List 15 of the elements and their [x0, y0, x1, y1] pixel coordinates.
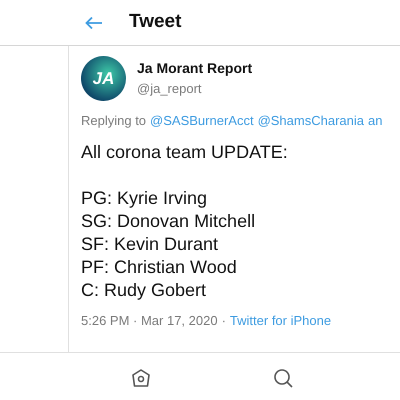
replying-label: Replying to	[81, 112, 146, 130]
search-icon	[272, 367, 294, 389]
page-title: Tweet	[129, 10, 182, 34]
mention-link[interactable]: an	[368, 111, 382, 130]
separator: ·	[222, 312, 226, 330]
mention-link[interactable]: @SASBurnerAcct	[150, 111, 254, 130]
home-icon	[130, 367, 152, 389]
source-link[interactable]: Twitter for iPhone	[230, 310, 332, 330]
timestamp: 5:26 PM · Mar 17, 2020	[81, 312, 218, 330]
handle: @ja_report	[137, 80, 203, 98]
avatar[interactable]: JA	[81, 56, 126, 101]
back-arrow-icon	[85, 16, 103, 30]
mention-link[interactable]: @ShamsCharania	[258, 111, 364, 130]
display-name: Ja Morant Report	[137, 59, 252, 78]
tweet-text: All corona team UPDATE: PG: Kyrie Irving SG: Donovan Mitchell SF: Kevin Durant PF: Christian Wood C: Rudy Gobert	[81, 140, 289, 302]
